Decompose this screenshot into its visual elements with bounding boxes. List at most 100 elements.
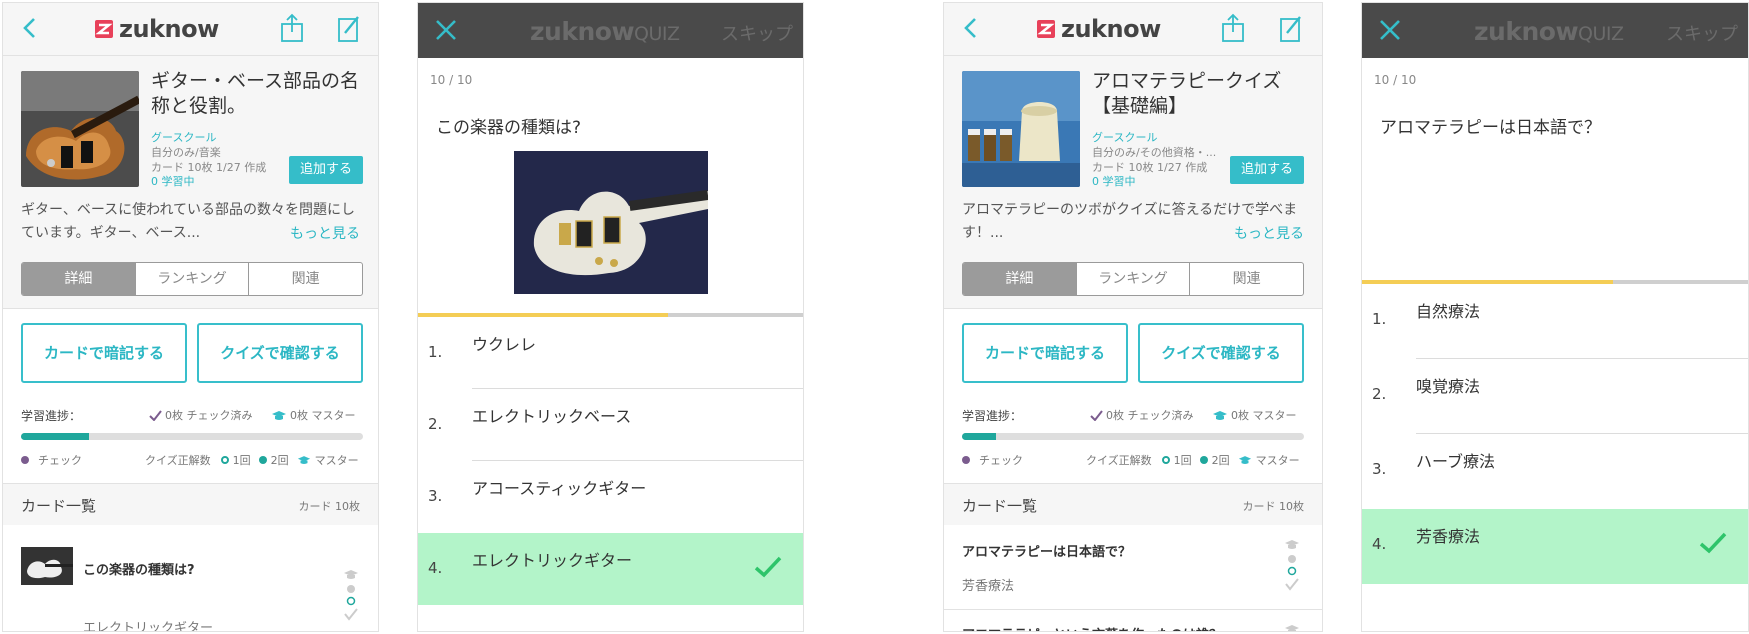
- mastered-count: 0枚 マスター: [290, 409, 356, 422]
- legend-master-label: マスター: [314, 454, 359, 467]
- study-quiz-button[interactable]: クイズで確認する: [1138, 323, 1304, 383]
- legend-1-label: 1回: [1173, 454, 1192, 467]
- tab-detail[interactable]: 詳細: [22, 263, 136, 295]
- deck-detail-screen-guitar: zuknow ギター・ベース部品の名称と役割。 グースクール 自分のみ/音楽 カ…: [2, 2, 379, 632]
- quiz-logo-text: zuknow: [1474, 17, 1579, 46]
- choice-label: アコースティックギター: [472, 479, 647, 498]
- deck-owner-link[interactable]: グースクール: [151, 129, 216, 145]
- close-icon[interactable]: [1378, 18, 1402, 42]
- card-question: アロマテラピーという言葉を作ったのは誰？: [962, 624, 1222, 631]
- add-deck-button[interactable]: 追加する: [289, 156, 363, 184]
- legend-1-label: 1回: [232, 454, 251, 467]
- choice-label: 自然療法: [1416, 302, 1481, 321]
- edit-icon[interactable]: [1278, 13, 1304, 43]
- deck-learners: 0 学習中: [151, 175, 195, 188]
- tab-detail[interactable]: 詳細: [963, 263, 1077, 295]
- skip-button[interactable]: スキップ: [721, 20, 793, 46]
- legend-2-label: 2回: [270, 454, 289, 467]
- question-counter: 10 / 10: [430, 73, 473, 87]
- choice-2[interactable]: 2. 嗅覚療法: [1362, 359, 1748, 434]
- choice-4-correct[interactable]: 4. 芳香療法: [1362, 509, 1748, 584]
- deck-category: 自分のみ/音楽: [151, 146, 221, 159]
- card-list-item[interactable]: アロマテラピーは日本語で？ 芳香療法: [944, 525, 1322, 609]
- deck-title: ギター・ベース部品の名称と役割。: [151, 70, 360, 117]
- deck-owner-link[interactable]: グースクール: [1092, 129, 1157, 145]
- study-quiz-button[interactable]: クイズで確認する: [197, 323, 363, 383]
- choice-3[interactable]: 3. ハーブ療法: [1362, 434, 1748, 509]
- skip-button[interactable]: スキップ: [1666, 20, 1738, 46]
- card-list-title: カード一覧: [21, 497, 97, 515]
- tab-ranking[interactable]: ランキング: [136, 263, 250, 295]
- card-list-item[interactable]: アロマテラピーという言葉を作ったのは誰？: [944, 610, 1322, 631]
- share-icon[interactable]: [279, 13, 305, 43]
- ring-dot-icon: [1161, 456, 1170, 464]
- card-answer: 芳香療法: [962, 579, 1015, 594]
- tab-related[interactable]: 関連: [1190, 263, 1303, 295]
- card-list-count: カード 10枚: [298, 500, 361, 513]
- quiz-logo-text: zuknow: [530, 17, 635, 46]
- checked-stat: 0枚 チェック済み: [1090, 407, 1194, 423]
- progress-fill: [21, 433, 90, 440]
- choice-number: 3.: [428, 487, 443, 505]
- legend-quiz-label: クイズ正解数: [1086, 454, 1152, 467]
- choice-label: ウクレレ: [472, 335, 537, 354]
- mastered-count: 0枚 マスター: [1231, 409, 1297, 422]
- zuknow-logo-icon: [95, 20, 113, 38]
- legend-check: チェック: [962, 452, 1023, 468]
- choice-number: 4.: [1372, 535, 1387, 553]
- tab-related[interactable]: 関連: [249, 263, 362, 295]
- choice-3[interactable]: 3. アコースティックギター: [418, 461, 803, 533]
- edit-icon[interactable]: [336, 13, 362, 43]
- tab-ranking[interactable]: ランキング: [1077, 263, 1191, 295]
- progress-label: 学習進捗：: [21, 409, 82, 423]
- check-mark-icon: [1090, 409, 1103, 421]
- card-status-icons: [343, 569, 361, 631]
- quiz-logo-suffix: QUIZ: [1578, 23, 1624, 45]
- close-icon[interactable]: [434, 18, 458, 42]
- graduation-cap-icon: [297, 456, 310, 464]
- quiz-logo: zuknowQUIZ: [530, 17, 680, 46]
- legend-quiz: クイズ正解数 1回 2回 マスター: [1086, 452, 1300, 468]
- back-icon[interactable]: [960, 15, 982, 41]
- filled-dot-icon: [258, 456, 267, 464]
- choice-label: エレクトリックギター: [472, 551, 633, 570]
- choice-1[interactable]: 1. ウクレレ: [418, 317, 803, 389]
- deck-learners: 0 学習中: [1092, 175, 1136, 188]
- choice-label: エレクトリックベース: [472, 407, 632, 426]
- choice-number: 1.: [428, 343, 443, 361]
- graduation-cap-icon: [1238, 456, 1251, 464]
- share-icon[interactable]: [1220, 13, 1246, 43]
- app-logo: zuknow: [1037, 15, 1161, 43]
- card-answer: エレクトリックギター: [83, 621, 214, 632]
- choice-label: 嗅覚療法: [1416, 377, 1481, 396]
- header-divider: [3, 55, 378, 56]
- study-cards-button[interactable]: カードで暗記する: [21, 323, 187, 383]
- more-link[interactable]: もっと見る: [1234, 223, 1304, 243]
- quiz-logo-suffix: QUIZ: [634, 23, 680, 45]
- choice-1[interactable]: 1. 自然療法: [1362, 284, 1748, 359]
- progress-bar: [21, 433, 363, 440]
- legend-check: チェック: [21, 452, 82, 468]
- check-dot-icon: [21, 456, 29, 464]
- card-question: この楽器の種類は?: [83, 563, 195, 578]
- add-deck-button[interactable]: 追加する: [1230, 156, 1304, 184]
- card-question: アロマテラピーは日本語で？: [962, 545, 1132, 560]
- quiz-header: zuknowQUIZ スキップ: [1362, 3, 1748, 58]
- choice-number: 2.: [1372, 385, 1387, 403]
- choice-2[interactable]: 2. エレクトリックベース: [418, 389, 803, 461]
- choice-number: 1.: [1372, 310, 1387, 328]
- card-list-item[interactable]: この楽器の種類は? エレクトリックギター: [3, 525, 378, 632]
- more-link[interactable]: もっと見る: [290, 223, 360, 243]
- app-header: zuknow: [944, 3, 1322, 55]
- question-counter: 10 / 10: [1374, 73, 1417, 87]
- back-icon[interactable]: [19, 15, 41, 41]
- progress-fill: [962, 433, 997, 440]
- choice-4-correct[interactable]: 4. エレクトリックギター: [418, 533, 803, 605]
- filled-dot-icon: [1199, 456, 1208, 464]
- quiz-logo: zuknowQUIZ: [1474, 17, 1624, 46]
- checked-count: 0枚 チェック済み: [1106, 409, 1194, 422]
- question-text: アロマテラピーは日本語で？: [1380, 118, 1601, 138]
- choice-label: ハーブ療法: [1416, 452, 1496, 471]
- check-dot-icon: [962, 456, 970, 464]
- study-cards-button[interactable]: カードで暗記する: [962, 323, 1128, 383]
